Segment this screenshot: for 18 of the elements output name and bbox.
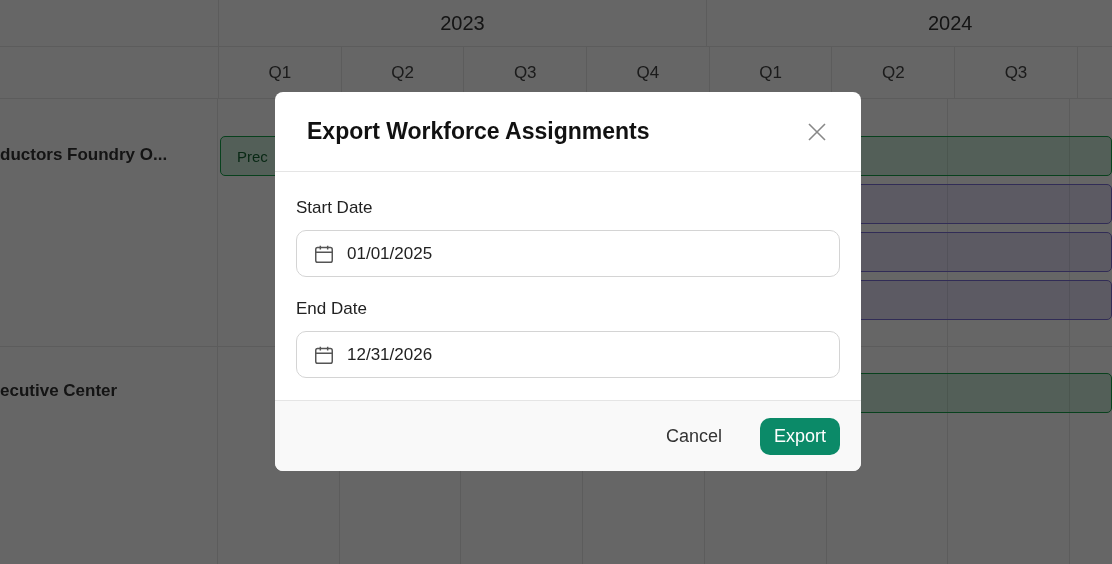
quarter-label: Q1 — [759, 62, 782, 83]
field-label: End Date — [296, 299, 368, 319]
date-field[interactable]: 01/01/2025 — [296, 230, 840, 277]
quarter-label: Q3 — [513, 62, 537, 83]
year-label: 2024 — [927, 11, 973, 35]
quarter-label: Q3 — [1004, 62, 1028, 83]
quarter-label: Q1 — [268, 62, 292, 83]
quarter-label: Q2 — [881, 62, 905, 83]
quarter-label: Q2 — [391, 62, 414, 83]
dialog-title: Export Workforce Assignments — [307, 118, 650, 145]
field-label: Start Date — [296, 198, 374, 218]
row-label: ecutive Center — [0, 381, 118, 400]
row-label: ductors Foundry O... — [0, 145, 168, 164]
cancel-button[interactable]: Cancel — [651, 417, 736, 455]
date-field[interactable]: 12/31/2026 — [296, 331, 840, 378]
quarter-label: Q4 — [636, 62, 660, 83]
year-label: 2023 — [440, 11, 485, 35]
export-button[interactable]: Export — [759, 417, 840, 455]
